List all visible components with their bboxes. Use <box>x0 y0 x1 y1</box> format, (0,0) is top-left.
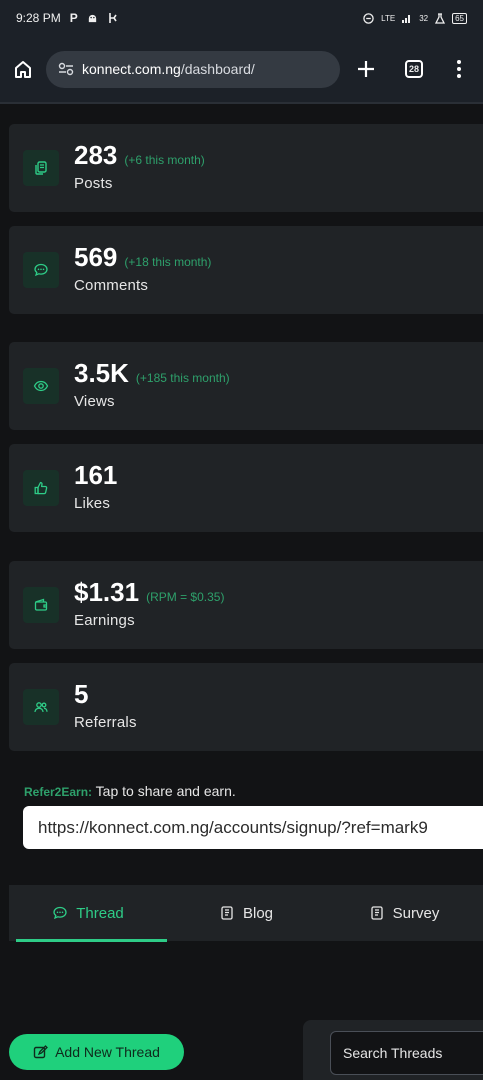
address-bar[interactable]: konnect.com.ng/dashboard/ <box>46 50 340 88</box>
browser-toolbar: konnect.com.ng/dashboard/ 28 <box>0 36 483 104</box>
stat-value: 3.5K <box>74 358 129 388</box>
refer-section[interactable]: Refer2Earn: Tap to share and earn. <box>24 783 236 799</box>
android-icon <box>87 13 98 24</box>
url-host: konnect.com.ng <box>82 61 181 77</box>
copy-icon <box>23 150 59 186</box>
tab-label: Blog <box>242 904 274 922</box>
tab-switcher-button[interactable]: 28 <box>392 60 436 78</box>
more-vertical-icon <box>457 60 461 78</box>
add-new-thread-button[interactable]: Add New Thread <box>9 1034 184 1070</box>
tab-survey[interactable]: Survey <box>325 885 483 941</box>
network-type: LTE <box>381 13 396 23</box>
menu-button[interactable] <box>436 60 482 78</box>
thumbs-up-icon <box>23 470 59 506</box>
eye-icon <box>23 368 59 404</box>
tab-blog[interactable]: Blog <box>167 885 325 941</box>
stat-label: Referrals <box>74 714 137 731</box>
notification-p-icon: P <box>69 11 78 25</box>
status-time: 9:28 PM <box>16 11 61 25</box>
tab-count: 28 <box>405 60 423 78</box>
users-icon <box>23 689 59 725</box>
stat-label: Posts <box>74 175 113 192</box>
url-path: /dashboard/ <box>180 61 255 77</box>
dnd-icon <box>363 12 374 24</box>
edit-icon <box>33 1044 49 1058</box>
new-tab-button[interactable] <box>340 60 392 78</box>
stat-card-posts: 283 (+6 this month) Posts <box>9 124 483 212</box>
search-panel: Search Threads <box>303 1020 483 1080</box>
content-tabs: Thread Blog Survey <box>9 885 483 942</box>
stat-label: Comments <box>74 277 149 294</box>
stat-card-earnings: $1.31 (RPM = $0.35) Earnings <box>9 561 483 649</box>
data-saver-icon <box>107 12 118 24</box>
stat-card-likes: 161 Likes <box>9 444 483 532</box>
status-bar: 9:28 PM P LTE 32 65 <box>0 0 483 36</box>
refer-tag: Refer2Earn: <box>24 785 93 799</box>
site-settings-icon[interactable] <box>58 62 74 76</box>
notebook-icon <box>221 906 233 920</box>
chat-bubble-icon <box>23 252 59 288</box>
plus-icon <box>358 61 374 77</box>
tab-thread[interactable]: Thread <box>9 885 167 942</box>
stat-delta: (+6 this month) <box>124 153 205 167</box>
search-threads-input[interactable]: Search Threads <box>330 1031 483 1075</box>
tab-label: Survey <box>392 904 440 922</box>
home-icon <box>15 61 31 78</box>
stat-label: Views <box>74 393 115 410</box>
tab-label: Thread <box>76 904 124 922</box>
stat-delta: (+185 this month) <box>135 371 230 385</box>
stat-delta: (RPM = $0.35) <box>146 590 225 604</box>
stat-value: 5 <box>74 679 89 709</box>
wallet-icon <box>23 587 59 623</box>
stat-value: 161 <box>74 460 118 490</box>
stat-value: $1.31 <box>74 577 140 607</box>
refer-text: Tap to share and earn. <box>95 783 236 799</box>
stat-label: Likes <box>74 495 111 512</box>
notebook-icon <box>371 906 383 920</box>
chat-bubble-icon <box>53 906 67 920</box>
flask-icon <box>435 12 446 24</box>
network-speed: 32 <box>419 13 429 23</box>
referral-link-field[interactable]: https://konnect.com.ng/accounts/signup/?… <box>23 806 483 849</box>
stat-delta: (+18 this month) <box>124 255 212 269</box>
add-new-thread-label: Add New Thread <box>55 1044 160 1060</box>
stat-value: 283 <box>74 140 118 170</box>
stat-card-views: 3.5K (+185 this month) Views <box>9 342 483 430</box>
stat-value: 569 <box>74 242 118 272</box>
battery-icon: 65 <box>452 12 467 24</box>
home-button[interactable] <box>0 59 46 79</box>
stat-card-comments: 569 (+18 this month) Comments <box>9 226 483 314</box>
signal-icon <box>402 13 412 23</box>
stat-card-referrals: 5 Referrals <box>9 663 483 751</box>
stat-label: Earnings <box>74 612 135 629</box>
